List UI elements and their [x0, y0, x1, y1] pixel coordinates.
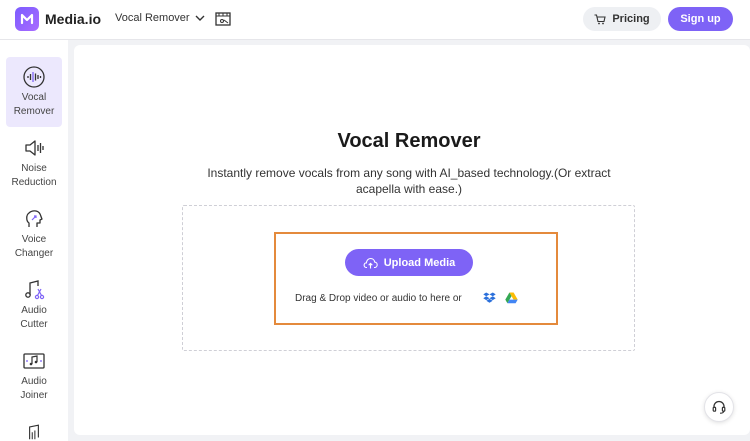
- sidebar-item-label: Vocal Remover: [13, 92, 55, 117]
- sidebar-item-more[interactable]: [6, 412, 62, 441]
- vocal-remover-icon: [23, 66, 45, 88]
- page-subtitle: Instantly remove vocals from any song wi…: [207, 166, 611, 196]
- pricing-button[interactable]: Pricing: [583, 7, 661, 31]
- upload-media-label: Upload Media: [383, 256, 456, 269]
- brand-name[interactable]: Media.io: [45, 11, 101, 27]
- google-drive-icon[interactable]: [505, 292, 518, 304]
- dropbox-icon[interactable]: [483, 292, 496, 304]
- page-title: Vocal Remover: [337, 130, 481, 152]
- support-chat-button[interactable]: [704, 392, 734, 422]
- sidebar-item-noise-reduction[interactable]: Noise Reduction: [6, 128, 62, 198]
- main-panel: Vocal Remover Instantly remove vocals fr…: [74, 45, 750, 435]
- drag-drop-text: Drag & Drop video or audio to here or: [295, 293, 462, 304]
- sidebar-item-label: Audio Joiner: [20, 376, 48, 401]
- sidebar-item-audio-joiner[interactable]: Audio Joiner: [6, 341, 62, 411]
- speaker-icon: [25, 140, 44, 156]
- audio-bars-icon: [29, 424, 39, 440]
- upload-media-button[interactable]: Upload Media: [345, 249, 473, 276]
- video-tools-icon[interactable]: [215, 12, 231, 26]
- sidebar-item-audio-cutter[interactable]: Audio Cutter: [6, 270, 62, 340]
- cloud-upload-icon: [363, 257, 378, 268]
- cart-icon: [594, 13, 607, 24]
- signup-button[interactable]: Sign up: [668, 7, 733, 31]
- sidebar-item-vocal-remover[interactable]: Vocal Remover: [6, 57, 62, 127]
- audio-cutter-icon: [25, 280, 45, 300]
- voice-changer-icon: [26, 210, 43, 227]
- media-io-logo-icon[interactable]: [15, 7, 39, 31]
- sidebar-item-label: Voice Changer: [14, 234, 54, 259]
- headset-icon: [712, 400, 726, 414]
- top-header: Media.io Vocal Remover Pricing Sign up: [0, 0, 750, 40]
- product-dropdown[interactable]: Vocal Remover: [115, 12, 205, 24]
- chevron-down-icon: [195, 15, 205, 21]
- tool-sidebar: Vocal Remover Noise Reduction Voice Changer: [0, 40, 68, 441]
- product-dropdown-label: Vocal Remover: [115, 12, 190, 24]
- pricing-label: Pricing: [612, 13, 650, 25]
- sidebar-item-label: Noise Reduction: [11, 163, 57, 188]
- sidebar-item-voice-changer[interactable]: Voice Changer: [6, 199, 62, 269]
- sidebar-item-label: Audio Cutter: [20, 305, 48, 330]
- audio-joiner-icon: [23, 353, 45, 369]
- upload-highlight-box: [274, 232, 558, 325]
